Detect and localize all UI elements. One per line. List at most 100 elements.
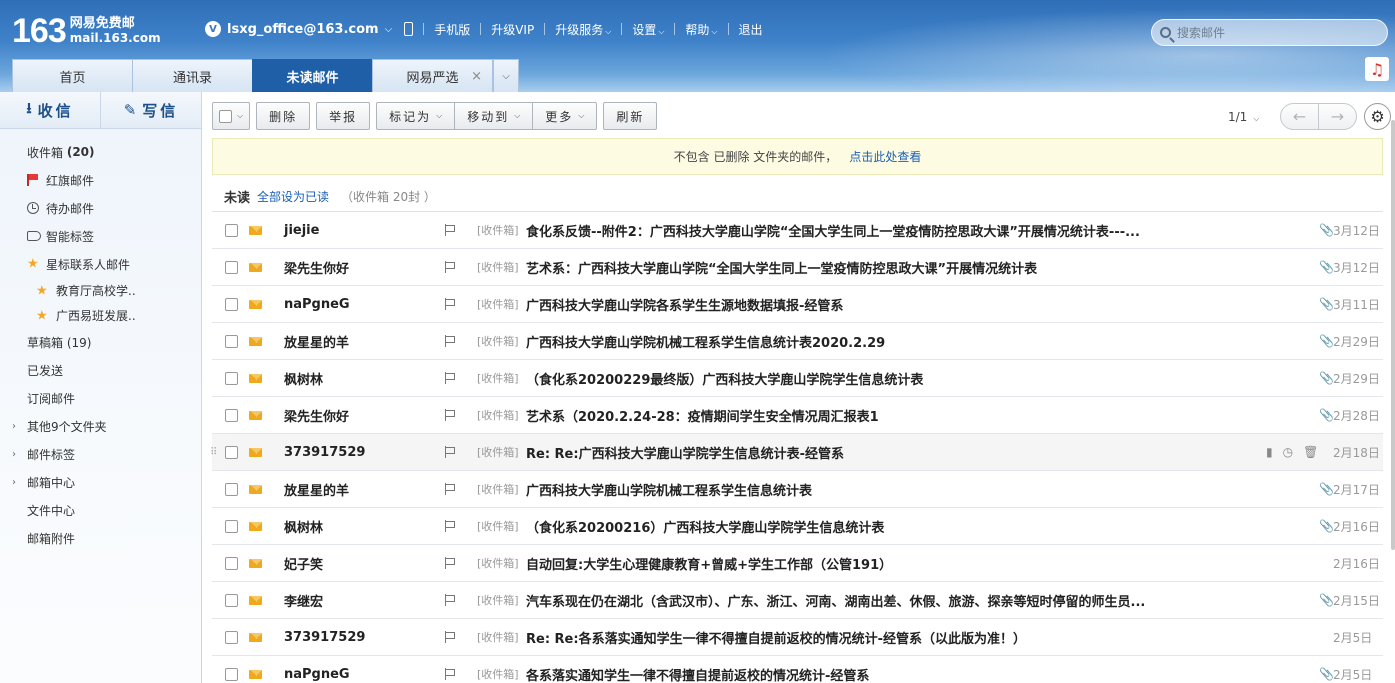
tab-unread-mail[interactable]: 未读邮件 bbox=[252, 59, 373, 92]
select-all-checkbox[interactable] bbox=[219, 109, 232, 123]
mail-subject[interactable]: （食化系20200216）广西科技大学鹿山学院学生信息统计表 bbox=[526, 517, 884, 536]
mail-sender[interactable]: 放星星的羊 bbox=[284, 480, 349, 499]
sidebar-item-inbox[interactable]: 收件箱 (20) bbox=[0, 138, 201, 166]
mail-subject[interactable]: Re: Re:广西科技大学鹿山学院学生信息统计表-经管系 bbox=[526, 443, 844, 462]
mail-subject[interactable]: 汽车系现在仍在湖北（含武汉市）、广东、浙江、河南、湖南出差、休假、旅游、探亲等短… bbox=[526, 591, 1145, 610]
mark-as-button[interactable]: 标记为 ⌵ bbox=[376, 102, 456, 130]
mail-subject[interactable]: 广西科技大学鹿山学院各系学生生源地数据填报-经管系 bbox=[526, 295, 843, 314]
mail-row[interactable]: 妃子笑 [收件箱] 自动回复:大学生心理健康教育+曾威+学生工作部（公管191） 2月… bbox=[212, 545, 1383, 582]
mail-subject[interactable]: 广西科技大学鹿山学院机械工程系学生信息统计表2020.2.29 bbox=[526, 332, 885, 351]
mail-checkbox[interactable] bbox=[225, 445, 238, 459]
account-chevron-down-icon[interactable]: ⌵ bbox=[385, 24, 393, 35]
mail-sender[interactable]: 枫树林 bbox=[284, 369, 323, 388]
logout-link[interactable]: 退出 bbox=[739, 21, 763, 38]
tab-home[interactable]: 首页 bbox=[12, 59, 133, 92]
flag-icon[interactable] bbox=[445, 483, 456, 495]
flag-icon[interactable] bbox=[445, 298, 456, 310]
chevron-right-icon[interactable]: › bbox=[12, 477, 16, 488]
mark-all-read-link[interactable]: 全部设为已读 bbox=[257, 188, 329, 205]
mail-row[interactable]: ⠿ 373917529 [收件箱] Re: Re:广西科技大学鹿山学院学生信息统计表-… bbox=[210, 434, 1383, 471]
mail-checkbox[interactable] bbox=[225, 260, 238, 274]
sidebar-item-sent[interactable]: 已发送 bbox=[0, 356, 201, 384]
mail-sender[interactable]: 373917529 bbox=[284, 630, 365, 645]
flag-icon[interactable] bbox=[445, 224, 456, 236]
more-button[interactable]: 更多 ⌵ bbox=[533, 102, 598, 130]
sidebar-item-star-contacts[interactable]: ★ 星标联系人邮件 bbox=[0, 250, 201, 278]
view-deleted-link[interactable]: 点击此处查看 bbox=[849, 148, 921, 165]
sidebar-item-star-sub1[interactable]: ★ 教育厅高校学.. bbox=[0, 278, 201, 303]
sidebar-item-red-flag[interactable]: 红旗邮件 bbox=[0, 166, 201, 194]
mail-checkbox[interactable] bbox=[225, 593, 238, 607]
flag-icon[interactable] bbox=[445, 594, 456, 606]
flag-icon[interactable] bbox=[445, 446, 456, 458]
mail-subject[interactable]: 各系落实通知学生一律不得擅自提前返校的情况统计-经管系 bbox=[526, 665, 869, 683]
search-box[interactable] bbox=[1151, 19, 1388, 46]
mail-checkbox[interactable] bbox=[225, 223, 238, 237]
mail-sender[interactable]: 枫树林 bbox=[284, 517, 323, 536]
mail-row[interactable]: 放星星的羊 [收件箱] 广西科技大学鹿山学院机械工程系学生信息统计表2020.2.2… bbox=[212, 323, 1383, 360]
mail-sender[interactable]: 放星星的羊 bbox=[284, 332, 349, 351]
flag-icon[interactable] bbox=[445, 557, 456, 569]
mail-checkbox[interactable] bbox=[225, 630, 238, 644]
mail-checkbox[interactable] bbox=[225, 519, 238, 533]
mail-checkbox[interactable] bbox=[225, 482, 238, 496]
flag-icon[interactable] bbox=[445, 335, 456, 347]
flag-icon[interactable] bbox=[445, 520, 456, 532]
page-selector[interactable]: 1/1 ⌵ bbox=[1228, 110, 1259, 124]
mail-subject[interactable]: 艺术系：广西科技大学鹿山学院“全国大学生同上一堂疫情防控思政大课”开展情况统计表 bbox=[526, 258, 1037, 277]
tab-contacts[interactable]: 通讯录 bbox=[132, 59, 253, 92]
mail-checkbox[interactable] bbox=[225, 334, 238, 348]
mail-checkbox[interactable] bbox=[225, 667, 238, 681]
mail-subject[interactable]: 艺术系（2020.2.24-28：疫情期间学生安全情况周汇报表1 bbox=[526, 406, 879, 425]
mail-sender[interactable]: 373917529 bbox=[284, 445, 365, 460]
sidebar-item-subscriptions[interactable]: 订阅邮件 bbox=[0, 384, 201, 412]
mail-sender[interactable]: 梁先生你好 bbox=[284, 258, 349, 277]
mail-sender[interactable]: 李继宏 bbox=[284, 591, 323, 610]
gear-icon[interactable]: ⚙ bbox=[1364, 103, 1391, 130]
mail-subject[interactable]: 广西科技大学鹿山学院机械工程系学生信息统计表 bbox=[526, 480, 812, 499]
upgrade-service-link[interactable]: 升级服务 ⌵ bbox=[555, 21, 611, 38]
mail-row[interactable]: naPgneG [收件箱] 广西科技大学鹿山学院各系学生生源地数据填报-经管系 📎 3月… bbox=[212, 286, 1383, 323]
select-all-dropdown[interactable]: ⌵ bbox=[212, 102, 251, 130]
receive-mail-button[interactable]: ⭳ 收信 bbox=[0, 92, 100, 128]
mail-checkbox[interactable] bbox=[225, 371, 238, 385]
mail-sender[interactable]: jiejie bbox=[284, 223, 319, 238]
mail-row[interactable]: 枫树林 [收件箱] （食化系20200216）广西科技大学鹿山学院学生信息统计表 📎 2… bbox=[212, 508, 1383, 545]
trash-icon[interactable]: 🗑 bbox=[1303, 445, 1318, 459]
refresh-button[interactable]: 刷新 bbox=[603, 102, 658, 130]
compose-button[interactable]: ✎ 写信 bbox=[100, 92, 201, 128]
prev-page-arrow-left-icon[interactable]: ← bbox=[1281, 104, 1318, 129]
mobile-version-link[interactable]: 手机版 bbox=[434, 21, 470, 38]
mail-row[interactable]: 373917529 [收件箱] Re: Re:各系落实通知学生一律不得擅自提前返校的… bbox=[212, 619, 1383, 656]
drag-handle-icon[interactable]: ⠿ bbox=[210, 447, 217, 458]
mail-sender[interactable]: naPgneG bbox=[284, 667, 350, 682]
report-button[interactable]: 举报 bbox=[316, 102, 371, 130]
flag-icon[interactable] bbox=[445, 409, 456, 421]
flag-icon[interactable] bbox=[445, 261, 456, 273]
help-link[interactable]: 帮助 ⌵ bbox=[685, 21, 717, 38]
flag-icon[interactable] bbox=[445, 631, 456, 643]
mail-row[interactable]: 梁先生你好 [收件箱] 艺术系：广西科技大学鹿山学院“全国大学生同上一堂疫情防控思政… bbox=[212, 249, 1383, 286]
sidebar-item-smart-tags[interactable]: 智能标签 bbox=[0, 222, 201, 250]
close-icon[interactable]: × bbox=[471, 69, 482, 84]
mobile-phone-icon[interactable] bbox=[404, 22, 414, 36]
settings-link[interactable]: 设置 ⌵ bbox=[632, 21, 664, 38]
music-note-icon[interactable]: ♫ bbox=[1365, 57, 1389, 81]
mail-row[interactable]: 李继宏 [收件箱] 汽车系现在仍在湖北（含武汉市）、广东、浙江、河南、湖南出差、休假… bbox=[212, 582, 1383, 619]
mail-subject[interactable]: 自动回复:大学生心理健康教育+曾威+学生工作部（公管191） bbox=[526, 554, 892, 573]
mail-sender[interactable]: 梁先生你好 bbox=[284, 406, 349, 425]
flag-icon[interactable] bbox=[445, 668, 456, 680]
mail-checkbox[interactable] bbox=[225, 556, 238, 570]
mail-row[interactable]: naPgneG [收件箱] 各系落实通知学生一律不得擅自提前返校的情况统计-经管系 📎… bbox=[212, 656, 1383, 683]
mail-row[interactable]: 枫树林 [收件箱] （食化系20200229最终版）广西科技大学鹿山学院学生信息统计… bbox=[212, 360, 1383, 397]
bookmark-icon[interactable]: ▮ bbox=[1266, 445, 1273, 459]
delete-button[interactable]: 删除 bbox=[256, 102, 311, 130]
sidebar-item-drafts[interactable]: 草稿箱 (19) bbox=[0, 328, 201, 356]
sidebar-item-todo[interactable]: 待办邮件 bbox=[0, 194, 201, 222]
tab-overflow-chevron-down-icon[interactable]: ⌵ bbox=[493, 59, 519, 92]
mail-subject[interactable]: 食化系反馈--附件2：广西科技大学鹿山学院“全国大学生同上一堂疫情防控思政大课”… bbox=[526, 221, 1140, 240]
mail-checkbox[interactable] bbox=[225, 408, 238, 422]
search-input[interactable] bbox=[1177, 25, 1367, 40]
sidebar-item-star-sub2[interactable]: ★ 广西易班发展.. bbox=[0, 303, 201, 328]
clock-icon[interactable]: ◷ bbox=[1283, 445, 1293, 459]
